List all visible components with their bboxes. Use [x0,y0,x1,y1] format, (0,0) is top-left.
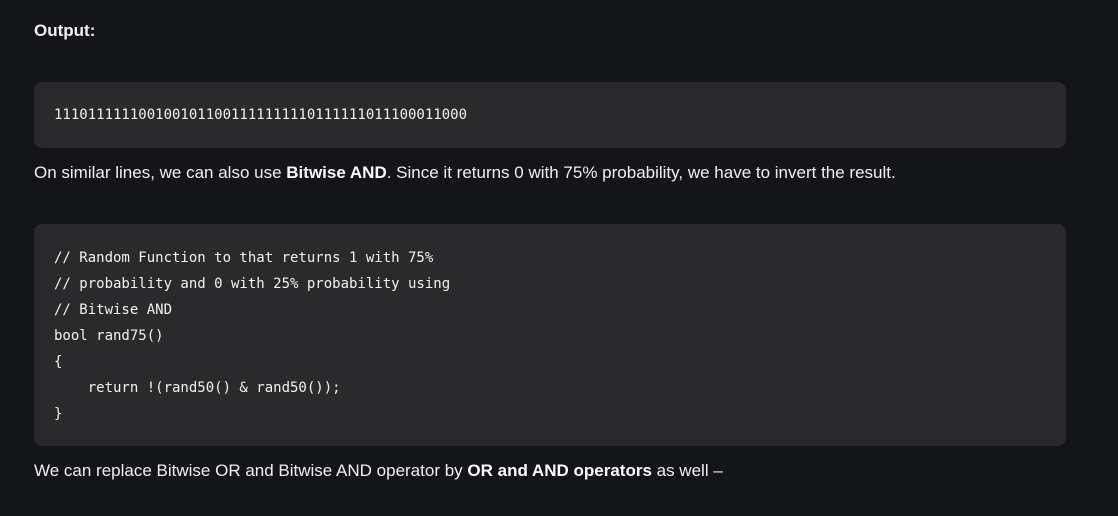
code-line: // probability and 0 with 25% probabilit… [54,276,451,292]
code-block: // Random Function to that returns 1 wit… [34,224,1066,446]
bold-term: Bitwise AND [286,163,387,182]
paragraph-text: On similar lines, we can also use [34,163,287,182]
code-line: // Random Function to that returns 1 wit… [54,250,434,266]
bold-term: OR and AND operators [467,461,652,480]
paragraph-text: . Since it returns 0 with 75% probabilit… [386,163,896,182]
paragraph-text: We can replace Bitwise OR and Bitwise AN… [34,461,468,480]
code-line: // Bitwise AND [54,302,173,318]
output-text: 1110111111001001011001111111110111111011… [54,107,468,123]
code-line: return !(rand50() & rand50()); [54,380,341,396]
code-line: } [54,406,63,422]
output-block: 1110111111001001011001111111110111111011… [34,82,1066,148]
paragraph-operators: We can replace Bitwise OR and Bitwise AN… [34,461,723,481]
code-line: { [54,354,63,370]
output-heading: Output: [34,21,96,40]
paragraph-text: as well – [651,461,723,480]
paragraph-bitwise-and: On similar lines, we can also use Bitwis… [34,163,896,183]
code-line: bool rand75() [54,328,164,344]
